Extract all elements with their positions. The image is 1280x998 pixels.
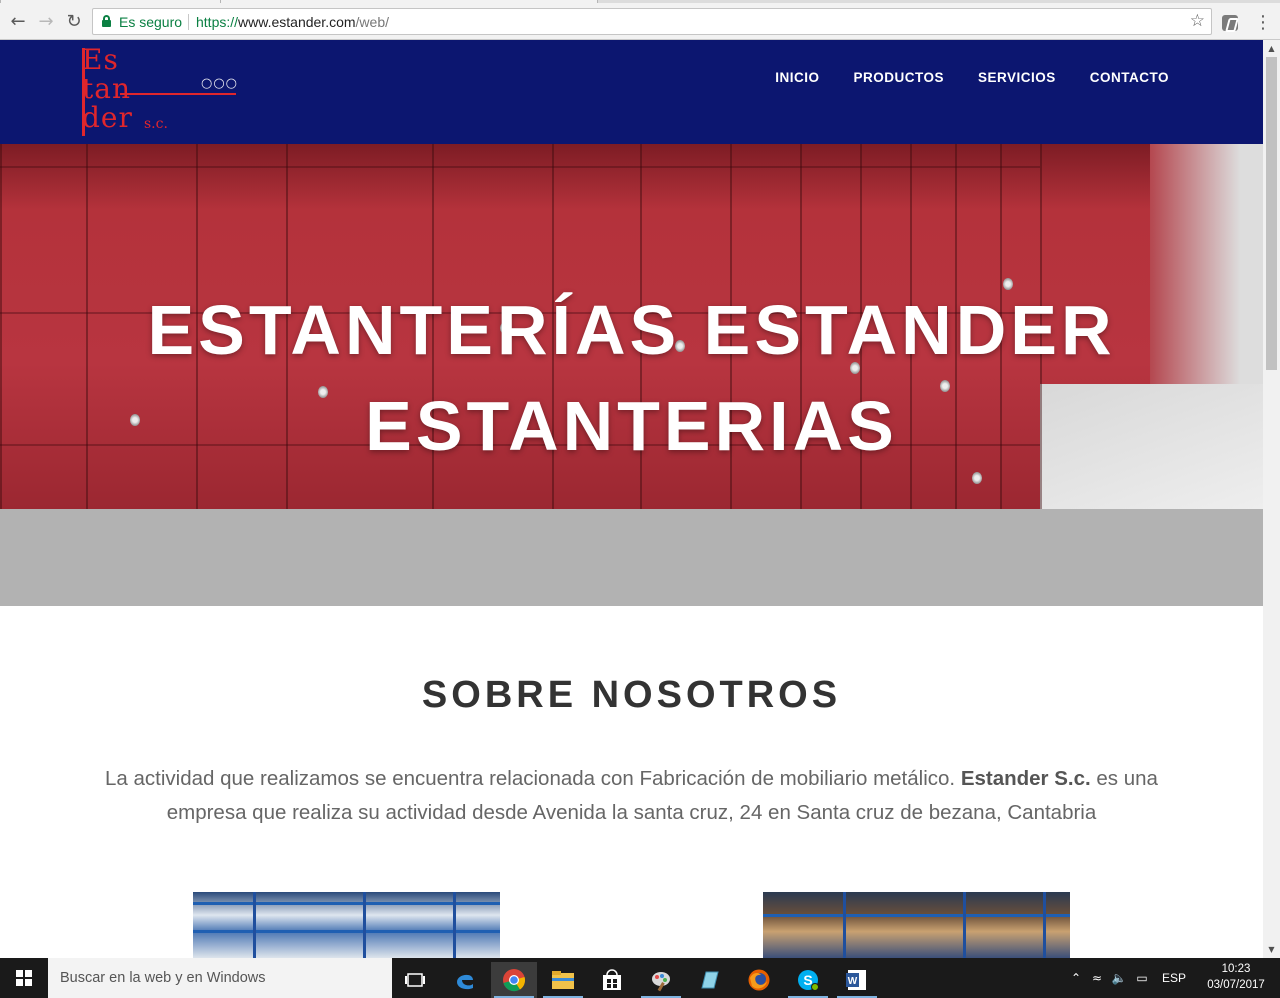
hero-title: ESTANTERÍAS ESTANDER ESTANTERIAS: [0, 282, 1263, 474]
bookmark-star-icon[interactable]: ☆: [1190, 11, 1205, 31]
logo-suffix: s.c.: [144, 116, 168, 132]
lock-icon: [102, 15, 111, 27]
nav-servicios[interactable]: SERVICIOS: [978, 70, 1056, 85]
chrome-icon[interactable]: [491, 962, 537, 998]
page-scrollbar[interactable]: ▲ ▼: [1263, 40, 1280, 958]
nav-productos[interactable]: PRODUCTOS: [853, 70, 944, 85]
site-logo[interactable]: Es tan der s.c. ○○○: [80, 46, 240, 138]
action-center-icon[interactable]: ▭: [1130, 971, 1154, 985]
clock-time: 10:23: [1221, 963, 1251, 975]
shelf-post: [453, 892, 456, 958]
hero-title-line2: ESTANTERIAS: [365, 387, 898, 465]
volume-icon[interactable]: 🔈: [1108, 971, 1130, 985]
mezzanine-post: [843, 892, 846, 958]
windows-logo-icon: [16, 970, 32, 986]
logo-line3: der: [82, 101, 133, 134]
nav-contacto[interactable]: CONTACTO: [1090, 70, 1169, 85]
extension-icon[interactable]: [1222, 15, 1238, 31]
nav-inicio[interactable]: INICIO: [775, 70, 819, 85]
browser-toolbar: ← → ↻ Es seguro https://www.estander.com…: [0, 3, 1280, 40]
edge-icon[interactable]: [442, 962, 488, 998]
main-nav: INICIO PRODUCTOS SERVICIOS CONTACTO: [775, 70, 1169, 85]
about-text-part1: La actividad que realizamos se encuentra…: [105, 767, 961, 790]
file-explorer-icon[interactable]: [540, 962, 586, 998]
logo-underline: [120, 93, 236, 95]
mezzanine-beam: [763, 914, 1070, 917]
url-text[interactable]: https://www.estander.com/web/: [196, 14, 389, 30]
tray-overflow-icon[interactable]: ⌃: [1066, 971, 1086, 985]
about-title: SOBRE NOSOTROS: [421, 674, 842, 716]
windows-taskbar: Buscar en la web y en Windows S W ⌃ ≈ 🔈 …: [0, 958, 1280, 998]
browser-menu-icon[interactable]: ⋮: [1254, 11, 1272, 35]
logo-line1: Es: [82, 43, 119, 76]
url-scheme: https://: [196, 14, 239, 30]
url-host: www.estander.com: [238, 14, 356, 30]
taskbar-search-placeholder: Buscar en la web y en Windows: [60, 970, 266, 986]
word-icon[interactable]: W: [834, 962, 880, 998]
shelf-post: [253, 892, 256, 958]
warehouse-photo-right[interactable]: [763, 892, 1070, 958]
about-text: La actividad que realizamos se encuentra…: [80, 762, 1183, 830]
scroll-thumb[interactable]: [1266, 57, 1277, 370]
clock-date: 03/07/2017: [1207, 979, 1265, 991]
forward-button[interactable]: →: [34, 9, 58, 33]
hero-title-line1: ESTANTERÍAS ESTANDER: [147, 291, 1116, 369]
scroll-up-icon[interactable]: ▲: [1263, 40, 1280, 57]
network-icon[interactable]: ≈: [1086, 971, 1108, 985]
svg-text:W: W: [848, 976, 858, 987]
firefox-icon[interactable]: [736, 962, 782, 998]
secure-label[interactable]: Es seguro: [119, 14, 182, 30]
omnibox-divider: [188, 14, 189, 30]
site-header: Es tan der s.c. ○○○ INICIO PRODUCTOS SER…: [0, 40, 1263, 144]
grey-band: [0, 509, 1263, 606]
back-button[interactable]: ←: [6, 9, 30, 33]
address-bar[interactable]: Es seguro https://www.estander.com/web/ …: [92, 8, 1212, 35]
system-tray: ⌃ ≈ 🔈 ▭ ESP: [1066, 958, 1186, 998]
url-path: /web/: [355, 14, 389, 30]
task-view-icon[interactable]: [392, 962, 438, 998]
hero-banner: ESTANTERÍAS ESTANDER ESTANTERIAS: [0, 144, 1263, 509]
page-viewport: Es tan der s.c. ○○○ INICIO PRODUCTOS SER…: [0, 40, 1263, 958]
skype-icon[interactable]: S: [785, 962, 831, 998]
language-indicator[interactable]: ESP: [1162, 971, 1186, 985]
about-company-name: Estander S.c.: [960, 767, 1091, 790]
notes-app-icon[interactable]: [687, 962, 733, 998]
shelf-post: [363, 892, 366, 958]
reload-button[interactable]: ↻: [62, 9, 86, 33]
taskbar-search[interactable]: Buscar en la web y en Windows: [48, 958, 392, 998]
mezzanine-post: [963, 892, 966, 958]
locker-row-edge: [0, 166, 1040, 168]
logo-dots-icon: ○○○: [201, 76, 239, 91]
start-button[interactable]: [0, 958, 48, 998]
warehouse-photo-left[interactable]: [193, 892, 500, 958]
taskbar-clock[interactable]: 10:23 03/07/2017: [1200, 961, 1272, 993]
mezzanine-post: [1043, 892, 1046, 958]
paint-icon[interactable]: [638, 962, 684, 998]
store-icon[interactable]: [589, 962, 635, 998]
scroll-down-icon[interactable]: ▼: [1263, 941, 1280, 958]
logo-line2: tan: [82, 72, 131, 105]
